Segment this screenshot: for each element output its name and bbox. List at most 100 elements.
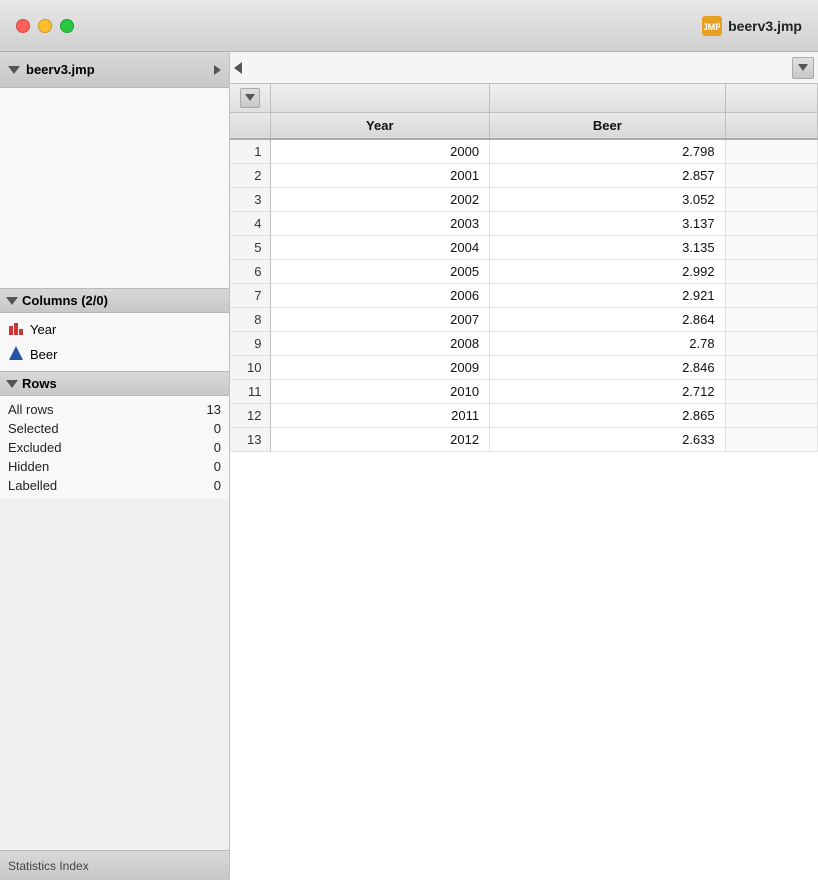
filter-dropdown-icon (798, 64, 808, 71)
app-icon: JMP (702, 16, 722, 36)
extra-cell (725, 355, 817, 379)
close-button[interactable] (16, 19, 30, 33)
datasource-navigate-icon[interactable] (214, 65, 221, 75)
filter-extra-cell (725, 84, 817, 112)
beer-cell: 3.135 (490, 235, 726, 259)
rows-header-label: Rows (22, 376, 57, 391)
column-item-year[interactable]: Year (8, 317, 221, 342)
window-title: beerv3.jmp (728, 18, 802, 34)
beer-cell: 3.137 (490, 211, 726, 235)
right-panel: Year Beer 120002.798220012.857320023.052… (230, 52, 818, 880)
row-number: 8 (230, 307, 270, 331)
beer-cell: 2.798 (490, 139, 726, 164)
year-column-icon (8, 320, 24, 339)
rows-all-rows: All rows 13 (8, 400, 221, 419)
table-row[interactable]: 220012.857 (230, 163, 818, 187)
row-num-header (230, 112, 270, 139)
extra-cell (725, 235, 817, 259)
columns-header[interactable]: Columns (2/0) (0, 289, 229, 313)
beer-cell: 2.846 (490, 355, 726, 379)
table-row[interactable]: 1120102.712 (230, 379, 818, 403)
extra-column-header (725, 112, 817, 139)
bottom-bar[interactable]: Statistics Index (0, 850, 229, 880)
table-row[interactable]: 520043.135 (230, 235, 818, 259)
beer-column-header[interactable]: Beer (490, 112, 726, 139)
traffic-lights (16, 19, 74, 33)
scroll-left-icon[interactable] (234, 62, 242, 74)
datasource-header[interactable]: beerv3.jmp (0, 52, 229, 88)
table-row[interactable]: 820072.864 (230, 307, 818, 331)
extra-cell (725, 259, 817, 283)
row-number: 9 (230, 331, 270, 355)
filter-button[interactable] (792, 57, 814, 79)
minimize-button[interactable] (38, 19, 52, 33)
row-number: 1 (230, 139, 270, 164)
extra-cell (725, 403, 817, 427)
year-column-label: Year (30, 322, 56, 337)
datasource-content (0, 88, 229, 288)
table-row[interactable]: 720062.921 (230, 283, 818, 307)
row-number: 4 (230, 211, 270, 235)
data-table: Year Beer 120002.798220012.857320023.052… (230, 84, 818, 452)
beer-cell: 2.865 (490, 403, 726, 427)
row-filter-dropdown[interactable] (240, 88, 260, 108)
rows-header[interactable]: Rows (0, 372, 229, 396)
row-number: 3 (230, 187, 270, 211)
columns-collapse-icon (6, 297, 18, 305)
filter-year-cell (270, 84, 490, 112)
column-header-row: Year Beer (230, 112, 818, 139)
all-rows-value: 13 (197, 402, 221, 417)
rows-section: Rows All rows 13 Selected 0 Excluded 0 H… (0, 371, 229, 499)
beer-cell: 3.052 (490, 187, 726, 211)
beer-cell: 2.921 (490, 283, 726, 307)
selected-label: Selected (8, 421, 59, 436)
selected-value: 0 (197, 421, 221, 436)
extra-cell (725, 331, 817, 355)
left-panel: beerv3.jmp Columns (2/0) (0, 52, 230, 880)
table-row[interactable]: 1020092.846 (230, 355, 818, 379)
beer-cell: 2.992 (490, 259, 726, 283)
row-number: 12 (230, 403, 270, 427)
extra-cell (725, 283, 817, 307)
year-cell: 2002 (270, 187, 490, 211)
columns-section: Columns (2/0) Year (0, 288, 229, 371)
svg-text:JMP: JMP (704, 22, 720, 32)
filter-beer-cell (490, 84, 726, 112)
titlebar: JMP beerv3.jmp (0, 0, 818, 52)
extra-cell (725, 427, 817, 451)
table-row[interactable]: 120002.798 (230, 139, 818, 164)
extra-cell (725, 211, 817, 235)
data-table-container[interactable]: Year Beer 120002.798220012.857320023.052… (230, 84, 818, 880)
year-cell: 2005 (270, 259, 490, 283)
table-body: 120002.798220012.857320023.052420033.137… (230, 139, 818, 452)
year-cell: 2003 (270, 211, 490, 235)
filter-row (230, 84, 818, 112)
extra-cell (725, 187, 817, 211)
table-row[interactable]: 420033.137 (230, 211, 818, 235)
row-number: 5 (230, 235, 270, 259)
beer-cell: 2.712 (490, 379, 726, 403)
statistics-index-label: Statistics Index (8, 859, 89, 873)
year-cell: 2009 (270, 355, 490, 379)
labelled-label: Labelled (8, 478, 57, 493)
table-row[interactable]: 320023.052 (230, 187, 818, 211)
row-number: 2 (230, 163, 270, 187)
table-row[interactable]: 620052.992 (230, 259, 818, 283)
table-row[interactable]: 1320122.633 (230, 427, 818, 451)
beer-cell: 2.78 (490, 331, 726, 355)
year-cell: 2004 (270, 235, 490, 259)
row-number: 6 (230, 259, 270, 283)
table-row[interactable]: 920082.78 (230, 331, 818, 355)
year-column-header[interactable]: Year (270, 112, 490, 139)
extra-cell (725, 307, 817, 331)
column-item-beer[interactable]: Beer (8, 342, 221, 367)
year-cell: 2012 (270, 427, 490, 451)
maximize-button[interactable] (60, 19, 74, 33)
row-number: 7 (230, 283, 270, 307)
excluded-value: 0 (197, 440, 221, 455)
row-filter-icon (245, 94, 255, 101)
extra-cell (725, 139, 817, 164)
table-row[interactable]: 1220112.865 (230, 403, 818, 427)
rows-content: All rows 13 Selected 0 Excluded 0 Hidden… (0, 396, 229, 499)
datasource-label: beerv3.jmp (26, 62, 95, 77)
